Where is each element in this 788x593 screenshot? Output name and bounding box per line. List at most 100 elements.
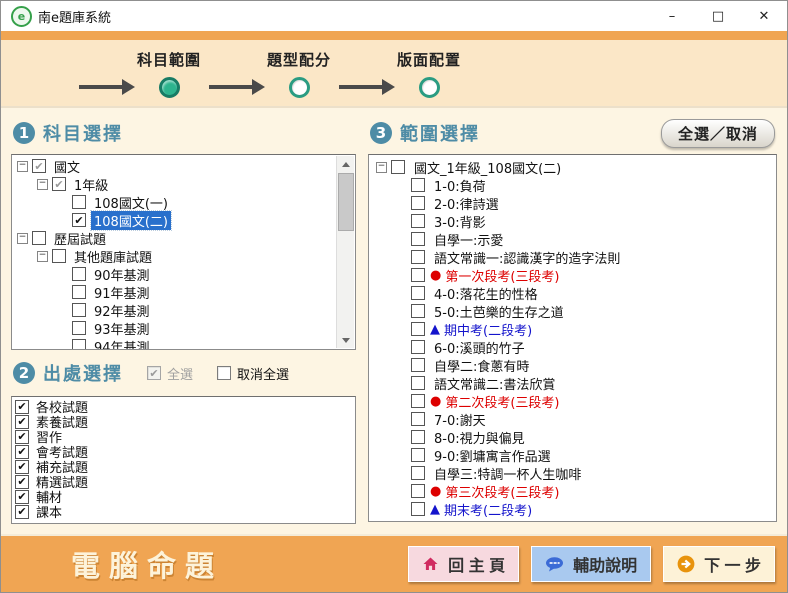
tree-item-label[interactable]: 91年基測 xyxy=(91,283,153,302)
close-button[interactable]: ✕ xyxy=(741,1,787,31)
range-checkbox[interactable] xyxy=(411,448,425,462)
tree-checkbox[interactable] xyxy=(52,177,66,191)
range-tree-row[interactable]: 2-0:律詩選 xyxy=(371,194,776,212)
tree-checkbox[interactable] xyxy=(72,285,86,299)
range-tree-row[interactable]: 語文常識一:認識漢字的造字法則 xyxy=(371,248,776,266)
range-item-label[interactable]: 5-0:土芭樂的生存之道 xyxy=(431,302,567,321)
range-checkbox[interactable] xyxy=(411,214,425,228)
select-all-toggle-button[interactable]: 全選／取消 xyxy=(661,119,775,148)
range-tree-row[interactable]: 8-0:視力與偏見 xyxy=(371,428,776,446)
range-item-label[interactable]: 語文常識一:認識漢字的造字法則 xyxy=(431,248,623,267)
range-tree-row[interactable]: 4-0:落花生的性格 xyxy=(371,284,776,302)
range-checkbox[interactable] xyxy=(411,232,425,246)
tree-item-label[interactable]: 1年級 xyxy=(71,175,111,194)
source-list-item[interactable]: 精選試題 xyxy=(14,474,355,489)
tree-item-label[interactable]: 108國文(二) xyxy=(91,211,171,230)
range-item-label[interactable]: 國文_1年級_108國文(二) xyxy=(411,158,564,177)
subject-tree-row[interactable]: 1年級 xyxy=(12,175,335,193)
tree-checkbox[interactable] xyxy=(72,267,86,281)
range-tree-row[interactable]: 6-0:溪頭的竹子 xyxy=(371,338,776,356)
minimize-button[interactable]: – xyxy=(649,1,695,31)
tree-expander-icon[interactable] xyxy=(37,179,48,190)
scroll-up-icon[interactable] xyxy=(337,156,354,172)
range-tree-row[interactable]: 語文常識二:書法欣賞 xyxy=(371,374,776,392)
subject-tree-row[interactable]: 90年基測 xyxy=(12,265,335,283)
vertical-scrollbar[interactable] xyxy=(336,156,354,348)
scrollbar-thumb[interactable] xyxy=(338,173,354,231)
tree-item-label[interactable]: 其他題庫試題 xyxy=(71,247,155,266)
maximize-button[interactable]: □ xyxy=(695,1,741,31)
range-item-label[interactable]: 2-0:律詩選 xyxy=(431,194,502,213)
tree-item-label[interactable]: 94年基測 xyxy=(91,337,153,351)
source-checkbox[interactable] xyxy=(15,460,29,474)
tree-expander-icon[interactable] xyxy=(17,161,28,172)
tree-checkbox[interactable] xyxy=(72,339,86,350)
help-button[interactable]: 輔助說明 xyxy=(531,546,651,582)
home-button[interactable]: 回 主 頁 xyxy=(408,546,519,582)
subject-tree-row[interactable]: 108國文(二) xyxy=(12,211,335,229)
range-item-label[interactable]: 期末考(二段考) xyxy=(441,500,535,519)
tree-checkbox[interactable] xyxy=(32,159,46,173)
tree-checkbox[interactable] xyxy=(72,195,86,209)
range-tree-row[interactable]: 5-0:土芭樂的生存之道 xyxy=(371,302,776,320)
range-tree-row[interactable]: 自學三:特調一杯人生咖啡 xyxy=(371,464,776,482)
tree-expander-icon[interactable] xyxy=(376,162,387,173)
range-checkbox[interactable] xyxy=(411,304,425,318)
source-checkbox[interactable] xyxy=(15,475,29,489)
range-tree-row[interactable]: ▲ 期中考(二段考) xyxy=(371,320,776,338)
range-item-label[interactable]: 7-0:謝天 xyxy=(431,410,489,429)
source-checkbox[interactable] xyxy=(15,415,29,429)
source-item-label[interactable]: 課本 xyxy=(33,502,65,521)
range-checkbox[interactable] xyxy=(411,250,425,264)
tree-checkbox[interactable] xyxy=(32,231,46,245)
subject-tree-row[interactable]: 其他題庫試題 xyxy=(12,247,335,265)
range-item-label[interactable]: 6-0:溪頭的竹子 xyxy=(431,338,528,357)
range-item-label[interactable]: 1-0:負荷 xyxy=(431,176,489,195)
range-item-label[interactable]: 9-0:劉墉寓言作品選 xyxy=(431,446,554,465)
source-checkbox[interactable] xyxy=(15,445,29,459)
range-item-label[interactable]: 第一次段考(三段考) xyxy=(442,266,562,285)
range-checkbox[interactable] xyxy=(411,196,425,210)
range-tree-row[interactable]: ● 第三次段考(三段考) xyxy=(371,482,776,500)
source-checkbox[interactable] xyxy=(15,430,29,444)
range-checkbox[interactable] xyxy=(411,286,425,300)
range-tree-row[interactable]: ▲ 期末考(二段考) xyxy=(371,500,776,518)
subject-tree-row[interactable]: 94年基測 xyxy=(12,337,335,350)
tree-checkbox[interactable] xyxy=(72,303,86,317)
scroll-down-icon[interactable] xyxy=(337,332,354,348)
tree-checkbox[interactable] xyxy=(72,321,86,335)
range-checkbox[interactable] xyxy=(411,340,425,354)
range-item-label[interactable]: 自學一:示愛 xyxy=(431,230,506,249)
subject-tree-row[interactable]: 91年基測 xyxy=(12,283,335,301)
range-item-label[interactable]: 第三次段考(三段考) xyxy=(442,482,562,501)
range-tree-row[interactable]: 自學一:示愛 xyxy=(371,230,776,248)
source-list-item[interactable]: 課本 xyxy=(14,504,355,519)
range-item-label[interactable]: 語文常識二:書法欣賞 xyxy=(431,374,558,393)
range-item-label[interactable]: 自學三:特調一杯人生咖啡 xyxy=(431,464,584,483)
source-checkbox[interactable] xyxy=(15,505,29,519)
deselect-all-checkbox[interactable] xyxy=(217,366,231,380)
tree-expander-icon[interactable] xyxy=(17,233,28,244)
range-checkbox[interactable] xyxy=(411,430,425,444)
range-checkbox[interactable] xyxy=(391,160,405,174)
tree-item-label[interactable]: 90年基測 xyxy=(91,265,153,284)
range-item-label[interactable]: 8-0:視力與偏見 xyxy=(431,428,528,447)
subject-tree-row[interactable]: 108國文(一) xyxy=(12,193,335,211)
range-checkbox[interactable] xyxy=(411,178,425,192)
range-tree-row[interactable]: ● 第二次段考(三段考) xyxy=(371,392,776,410)
tree-checkbox[interactable] xyxy=(52,249,66,263)
source-list-item[interactable]: 輔材 xyxy=(14,489,355,504)
range-checkbox[interactable] xyxy=(411,322,425,336)
range-checkbox[interactable] xyxy=(411,502,425,516)
subject-tree-row[interactable]: 歷屆試題 xyxy=(12,229,335,247)
range-checkbox[interactable] xyxy=(411,358,425,372)
range-tree-row[interactable]: 1-0:負荷 xyxy=(371,176,776,194)
range-tree-row[interactable]: 3-0:背影 xyxy=(371,212,776,230)
select-all-checkbox[interactable] xyxy=(147,366,161,380)
range-checkbox[interactable] xyxy=(411,376,425,390)
tree-item-label[interactable]: 歷屆試題 xyxy=(51,229,109,248)
next-button[interactable]: 下 一 步 xyxy=(663,546,775,582)
tree-expander-icon[interactable] xyxy=(37,251,48,262)
range-checkbox[interactable] xyxy=(411,484,425,498)
source-checkbox[interactable] xyxy=(15,400,29,414)
